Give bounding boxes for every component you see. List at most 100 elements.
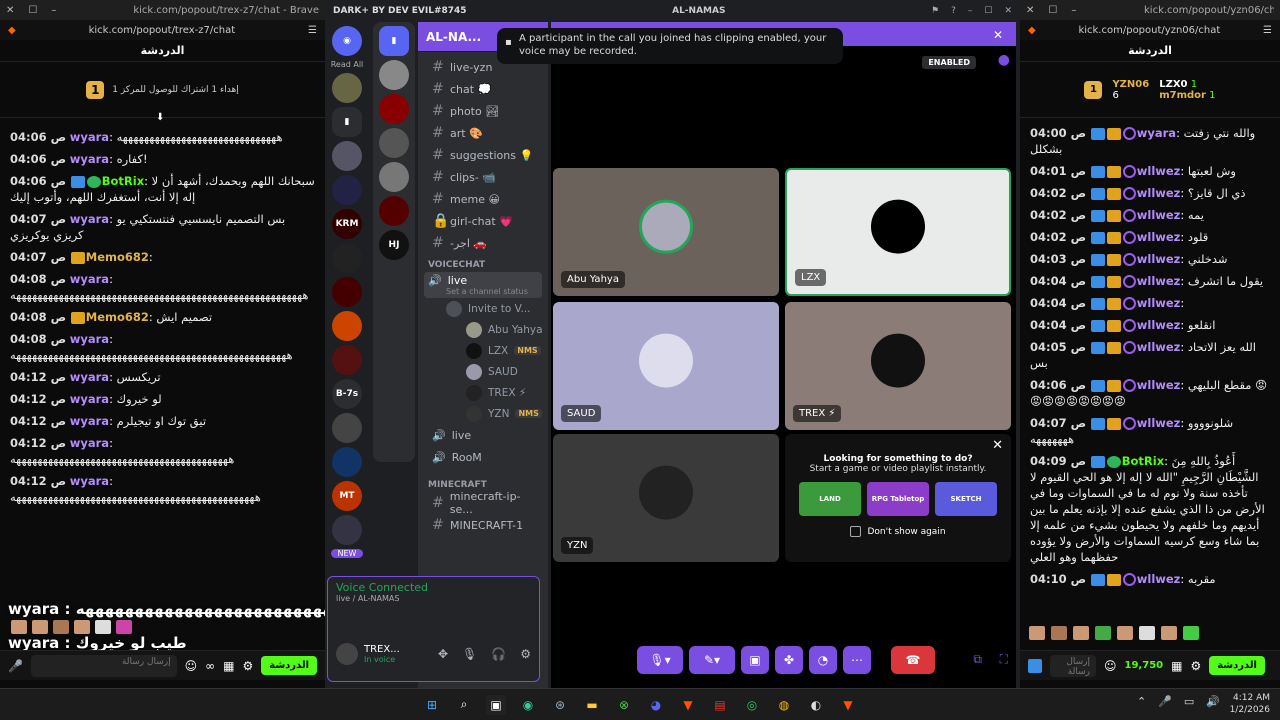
camera-toggle-button[interactable]: ✎▾: [689, 646, 735, 674]
channel-item[interactable]: # meme 😀: [424, 188, 542, 210]
chat-message[interactable]: 04:10 ص wllwez: مقربه: [1020, 568, 1280, 590]
minimize-icon[interactable]: –: [1071, 5, 1076, 16]
activities-button[interactable]: ✤: [775, 646, 803, 674]
chat-message[interactable]: 04:07 ص wllwez: شلونوووو هههههههه: [1020, 412, 1280, 450]
voice-member[interactable]: YZN NMS: [418, 403, 548, 424]
voicemod-icon[interactable]: ▤: [710, 695, 730, 715]
chat-icon[interactable]: ●: [998, 52, 1010, 68]
edge-icon[interactable]: ◉: [518, 695, 538, 715]
mic-icon[interactable]: 🎤: [8, 659, 23, 673]
read-all-label[interactable]: Read All: [325, 60, 369, 69]
channel-minecraft-1[interactable]: # MINECRAFT-1: [424, 514, 542, 536]
channel-item[interactable]: # chat 💭: [424, 78, 542, 100]
message-username[interactable]: BotRix: [1122, 454, 1164, 468]
maximize-icon[interactable]: ☐: [984, 6, 992, 16]
discord-icon[interactable]: ◕: [646, 695, 666, 715]
right-chat-button[interactable]: الدردشة: [1209, 656, 1265, 675]
voice-channel-live[interactable]: 🔊 live Set a channel status: [424, 272, 542, 298]
chat-message[interactable]: 04:06 ص BotRix: سبحانك اللهم وبحمدك، أشه…: [0, 170, 325, 208]
message-username[interactable]: wyara: [70, 130, 109, 144]
popout-icon[interactable]: ⧉: [973, 652, 982, 667]
network-icon[interactable]: ▭: [1184, 695, 1194, 708]
shield-icon[interactable]: ◆: [8, 25, 16, 36]
voice-member[interactable]: SAUD: [418, 361, 548, 382]
message-username[interactable]: Memo682: [86, 310, 149, 324]
settings-icon[interactable]: ⚙: [242, 659, 253, 673]
brave-icon[interactable]: ▼: [838, 695, 858, 715]
chat-message[interactable]: 04:06 ص wllwez: مقطع البليهي 😡😡😡😡😡😡😡😡😡: [1020, 374, 1280, 412]
maximize-icon[interactable]: ☐: [1048, 5, 1057, 16]
folder-icon[interactable]: ▬: [582, 695, 602, 715]
invite-to-voice[interactable]: Invite to V...: [418, 298, 548, 319]
chat-message[interactable]: 04:04 ص wllwez: انقلعو: [1020, 314, 1280, 336]
chat-message[interactable]: 04:02 ص wllwez: ذي ال قايز؟: [1020, 182, 1280, 204]
brave-icon[interactable]: ▼: [678, 695, 698, 715]
server-icon[interactable]: [332, 175, 362, 205]
menu-icon[interactable]: ☰: [1263, 25, 1272, 36]
checkbox[interactable]: [850, 526, 862, 537]
channel-item[interactable]: 🔒 girl-chat 💗: [424, 210, 542, 232]
fullscreen-icon[interactable]: ⛶: [1000, 652, 1008, 667]
emoji-icon[interactable]: ☺: [1104, 659, 1117, 673]
video-tile-saud[interactable]: SAUD: [553, 302, 779, 430]
more-button[interactable]: ⋯: [843, 646, 871, 674]
channel-item[interactable]: # photo 🏞: [424, 100, 542, 122]
server-icon[interactable]: [332, 447, 362, 477]
gift-icon[interactable]: ▦: [223, 659, 234, 673]
message-username[interactable]: wyara: [70, 212, 109, 226]
message-username[interactable]: wyara: [1137, 126, 1176, 140]
message-username[interactable]: wllwez: [1137, 572, 1181, 586]
message-username[interactable]: wyara: [70, 332, 109, 346]
video-tile-yzn[interactable]: YZN: [553, 434, 779, 562]
server-icon[interactable]: [379, 94, 409, 124]
windows-start-icon[interactable]: ⊞: [422, 695, 442, 715]
inbox-icon[interactable]: ⚑: [931, 6, 939, 16]
chat-message[interactable]: 04:12 ص wyara: لو خيروك: [0, 388, 325, 410]
help-icon[interactable]: ?: [951, 6, 956, 16]
server-icon[interactable]: [332, 515, 362, 545]
close-icon[interactable]: ✕: [1004, 6, 1012, 16]
server-icon[interactable]: [332, 141, 362, 171]
message-username[interactable]: wllwez: [1137, 208, 1181, 222]
channel-item[interactable]: # clips- 📹: [424, 166, 542, 188]
top-gifter[interactable]: LZX0: [1159, 79, 1187, 90]
video-tile-lzx[interactable]: LZX: [785, 168, 1011, 296]
chat-message[interactable]: 04:06 ص wyara: كفاره!: [0, 148, 325, 170]
file-manager-icon[interactable]: ▣: [486, 694, 506, 715]
chat-message[interactable]: 04:08 ص wyara: ههههههههههههههههههههههههه…: [0, 328, 325, 366]
voice-path[interactable]: live / AL-NAMAS: [336, 594, 531, 603]
folder-icon[interactable]: ▮: [332, 107, 362, 137]
search-icon[interactable]: ⌕: [454, 695, 474, 715]
settings-icon[interactable]: ⚙: [1190, 659, 1201, 673]
settings-icon[interactable]: ⚙: [520, 647, 531, 661]
top-gifter[interactable]: m7mdor: [1159, 90, 1206, 101]
server-icon[interactable]: [379, 128, 409, 158]
server-icon[interactable]: KRM: [332, 209, 362, 239]
infinity-icon[interactable]: ∞: [205, 659, 215, 673]
close-icon[interactable]: ✕: [1026, 5, 1034, 16]
left-chat-input[interactable]: إرسال رسالة: [30, 654, 177, 677]
voice-member[interactable]: LZX NMS: [418, 340, 548, 361]
whatsapp-icon[interactable]: ◎: [742, 695, 762, 715]
maximize-icon[interactable]: ☐: [28, 5, 37, 16]
left-chat-button[interactable]: الدردشة: [261, 656, 317, 675]
message-username[interactable]: Memo682: [86, 250, 149, 264]
chat-message[interactable]: 04:12 ص wyara: ههههههههههههههههههههههههه…: [0, 470, 325, 508]
chevron-up-icon[interactable]: ⌃: [1137, 695, 1146, 708]
message-username[interactable]: wllwez: [1137, 164, 1181, 178]
server-icon[interactable]: [379, 162, 409, 192]
menu-icon[interactable]: ☰: [308, 25, 317, 36]
voice-member[interactable]: Abu Yahya: [418, 319, 548, 340]
server-icon[interactable]: HJ: [379, 230, 409, 260]
close-icon[interactable]: ✕: [992, 438, 1003, 453]
emoji-icon[interactable]: ☺: [185, 659, 198, 673]
message-username[interactable]: wyara: [70, 152, 109, 166]
message-username[interactable]: wllwez: [1137, 416, 1181, 430]
app-icon[interactable]: ◐: [806, 695, 826, 715]
minimize-icon[interactable]: –: [968, 6, 973, 16]
message-username[interactable]: wllwez: [1137, 186, 1181, 200]
right-url-bar[interactable]: ◆ kick.com/popout/yzn06/chat ☰: [1020, 20, 1280, 40]
voice-member[interactable]: TREX ⚡: [418, 382, 548, 403]
message-username[interactable]: BotRix: [102, 174, 144, 188]
server-icon[interactable]: [332, 277, 362, 307]
